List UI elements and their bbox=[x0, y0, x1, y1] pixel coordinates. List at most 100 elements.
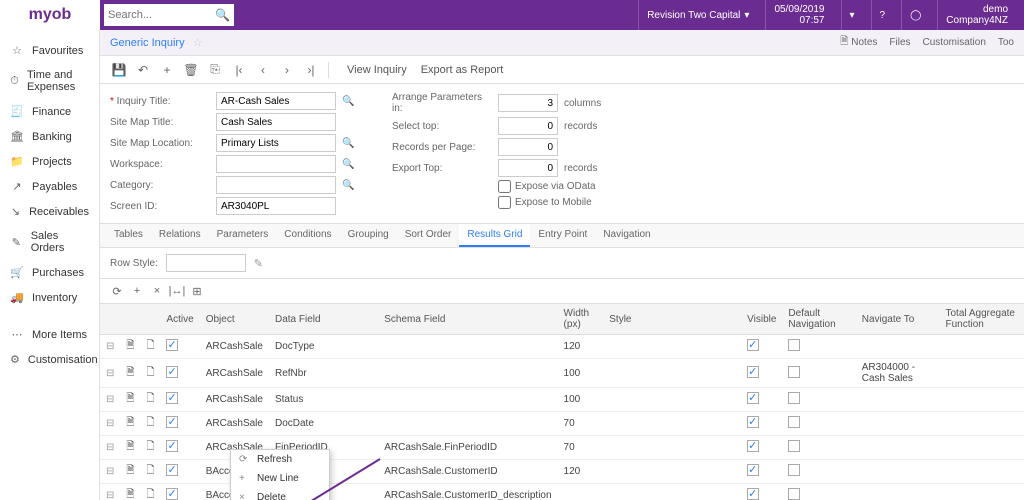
defnav-cell[interactable] bbox=[782, 412, 855, 436]
export-icon[interactable]: ⊞ bbox=[188, 282, 206, 300]
defnav-cell[interactable] bbox=[782, 436, 855, 460]
agg-cell[interactable] bbox=[940, 436, 1024, 460]
lookup-icon[interactable]: 🔍 bbox=[342, 180, 352, 191]
visible-cell[interactable] bbox=[741, 388, 782, 412]
notes-cell[interactable]: 🗎 bbox=[120, 359, 140, 388]
workspace-input[interactable] bbox=[216, 155, 336, 173]
view-inquiry-link[interactable]: View Inquiry bbox=[347, 64, 407, 76]
row-selector-icon[interactable]: ⊟ bbox=[100, 436, 120, 460]
style-cell[interactable] bbox=[603, 436, 741, 460]
menu-item-refresh[interactable]: ⟳Refresh bbox=[231, 450, 329, 469]
agg-cell[interactable] bbox=[940, 388, 1024, 412]
width-cell[interactable]: 70 bbox=[558, 436, 604, 460]
row-selector-icon[interactable]: ⊟ bbox=[100, 388, 120, 412]
column-header[interactable]: Schema Field bbox=[378, 304, 557, 335]
defnav-cell[interactable] bbox=[782, 335, 855, 359]
next-button[interactable]: › bbox=[276, 59, 298, 81]
lookup-icon[interactable]: 🔍 bbox=[342, 159, 352, 170]
object-cell[interactable]: ARCashSale bbox=[200, 335, 269, 359]
category-input[interactable] bbox=[216, 176, 336, 194]
sidebar-item-time-and-expenses[interactable]: ⏱Time and Expenses bbox=[0, 63, 99, 99]
nav-cell[interactable] bbox=[856, 412, 940, 436]
active-cell[interactable] bbox=[160, 460, 199, 484]
schema-cell[interactable] bbox=[378, 412, 557, 436]
files-cell[interactable]: 🗋 bbox=[140, 359, 160, 388]
sitemap-title-input[interactable] bbox=[216, 113, 336, 131]
files-cell[interactable]: 🗋 bbox=[140, 484, 160, 500]
schema-cell[interactable] bbox=[378, 359, 557, 388]
defnav-cell[interactable] bbox=[782, 460, 855, 484]
width-cell[interactable]: 100 bbox=[558, 388, 604, 412]
visible-cell[interactable] bbox=[741, 412, 782, 436]
table-row[interactable]: ⊟ 🗎 🗋 ARCashSale DocDate 70 bbox=[100, 412, 1024, 436]
nav-cell[interactable] bbox=[856, 388, 940, 412]
sidebar-item-sales-orders[interactable]: ✎Sales Orders bbox=[0, 224, 99, 260]
search-input[interactable] bbox=[108, 9, 215, 21]
defnav-cell[interactable] bbox=[782, 388, 855, 412]
table-row[interactable]: ⊟ 🗎 🗋 ARCashSale RefNbr 100 AR304000 - C… bbox=[100, 359, 1024, 388]
notes-cell[interactable]: 🗎 bbox=[120, 412, 140, 436]
tenant-selector[interactable]: Revision Two Capital▾ bbox=[638, 0, 757, 30]
sidebar-item-customisation[interactable]: ⚙Customisation bbox=[0, 347, 99, 372]
column-header[interactable]: Visible bbox=[741, 304, 782, 335]
export-top-input[interactable] bbox=[498, 159, 558, 177]
schema-cell[interactable]: ARCashSale.CustomerID_description bbox=[378, 484, 557, 500]
column-header[interactable]: Active bbox=[160, 304, 199, 335]
row-selector-icon[interactable]: ⊟ bbox=[100, 460, 120, 484]
tab-grouping[interactable]: Grouping bbox=[340, 224, 397, 247]
last-button[interactable]: ›| bbox=[300, 59, 322, 81]
tools-button[interactable]: Too bbox=[998, 37, 1014, 48]
sidebar-item-favourites[interactable]: ☆Favourites bbox=[0, 38, 99, 63]
nav-cell[interactable] bbox=[856, 436, 940, 460]
row-selector-icon[interactable]: ⊟ bbox=[100, 412, 120, 436]
select-top-input[interactable] bbox=[498, 117, 558, 135]
sidebar-item-receivables[interactable]: ↘Receivables bbox=[0, 199, 99, 224]
agg-cell[interactable] bbox=[940, 484, 1024, 500]
adjust-icon[interactable]: |↔| bbox=[168, 282, 186, 300]
style-cell[interactable] bbox=[603, 484, 741, 500]
object-cell[interactable]: ARCashSale bbox=[200, 412, 269, 436]
column-header[interactable]: Width (px) bbox=[558, 304, 604, 335]
notes-cell[interactable]: 🗎 bbox=[120, 388, 140, 412]
row-selector-icon[interactable]: ⊟ bbox=[100, 484, 120, 500]
edit-icon[interactable]: ✎ bbox=[254, 257, 263, 270]
export-report-link[interactable]: Export as Report bbox=[421, 64, 504, 76]
field-cell[interactable]: DocType bbox=[269, 335, 378, 359]
active-cell[interactable] bbox=[160, 335, 199, 359]
search-box[interactable]: 🔍 bbox=[104, 4, 234, 26]
chevron-down-icon[interactable]: ▾ bbox=[841, 0, 863, 30]
active-cell[interactable] bbox=[160, 388, 199, 412]
table-row[interactable]: ⊟ 🗎 🗋 ARCashSale Status 100 bbox=[100, 388, 1024, 412]
agg-cell[interactable] bbox=[940, 359, 1024, 388]
sidebar-item-purchases[interactable]: 🛒Purchases bbox=[0, 260, 99, 285]
delete-row-icon[interactable]: × bbox=[148, 282, 166, 300]
column-header[interactable]: Navigate To bbox=[856, 304, 940, 335]
menu-item-new-line[interactable]: +New Line bbox=[231, 469, 329, 488]
object-cell[interactable]: ARCashSale bbox=[200, 359, 269, 388]
user-avatar[interactable]: ◯ bbox=[901, 0, 929, 30]
help-icon[interactable]: ? bbox=[871, 0, 894, 30]
column-header[interactable]: Data Field bbox=[269, 304, 378, 335]
column-header[interactable]: Object bbox=[200, 304, 269, 335]
schema-cell[interactable] bbox=[378, 335, 557, 359]
style-cell[interactable] bbox=[603, 388, 741, 412]
visible-cell[interactable] bbox=[741, 359, 782, 388]
tab-results-grid[interactable]: Results Grid bbox=[459, 224, 530, 247]
column-header[interactable] bbox=[120, 304, 140, 335]
sidebar-item-inventory[interactable]: 🚚Inventory bbox=[0, 285, 99, 310]
add-button[interactable]: + bbox=[156, 59, 178, 81]
sidebar-item-more-items[interactable]: ⋯More Items bbox=[0, 322, 99, 347]
width-cell[interactable]: 120 bbox=[558, 460, 604, 484]
agg-cell[interactable] bbox=[940, 460, 1024, 484]
user-label[interactable]: demoCompany4NZ bbox=[937, 0, 1016, 30]
date-display[interactable]: 05/09/201907:57 bbox=[765, 0, 832, 30]
sidebar-item-payables[interactable]: ↗Payables bbox=[0, 174, 99, 199]
search-icon[interactable]: 🔍 bbox=[215, 8, 230, 22]
active-cell[interactable] bbox=[160, 412, 199, 436]
defnav-cell[interactable] bbox=[782, 359, 855, 388]
sitemap-loc-input[interactable] bbox=[216, 134, 336, 152]
row-selector-icon[interactable]: ⊟ bbox=[100, 359, 120, 388]
field-cell[interactable]: DocDate bbox=[269, 412, 378, 436]
notes-button[interactable]: 🗎 Notes bbox=[840, 34, 877, 51]
nav-cell[interactable]: AR304000 - Cash Sales bbox=[856, 359, 940, 388]
